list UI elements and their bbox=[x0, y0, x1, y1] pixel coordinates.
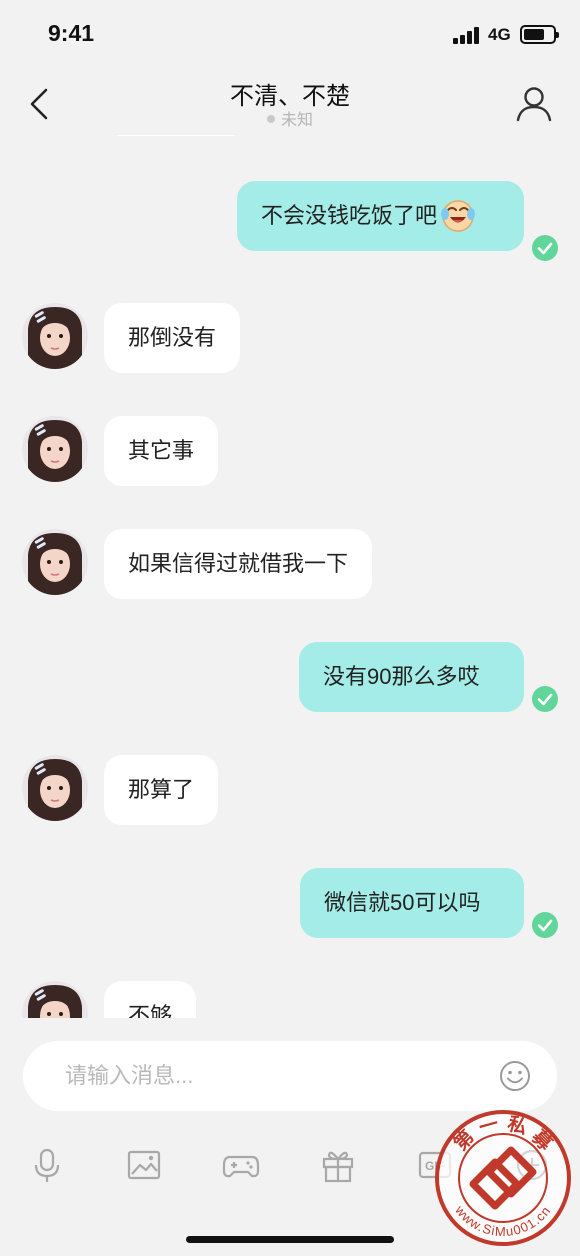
contact-status-label: 未知 bbox=[280, 112, 313, 129]
message-bubble-outgoing[interactable]: 不会没钱吃饭了吧 bbox=[237, 181, 524, 251]
message-text: 不会没钱吃饭了吧 bbox=[261, 203, 438, 228]
contact-status: 未知 bbox=[0, 106, 580, 130]
message-text: 其它事 bbox=[128, 438, 195, 463]
message-bubble-incoming[interactable]: 那倒没有 bbox=[104, 303, 241, 373]
signal-icon bbox=[453, 26, 481, 44]
chat-header: 不清、不楚 未知 bbox=[0, 70, 580, 140]
user-icon bbox=[516, 87, 552, 122]
message-bubble-incoming[interactable]: 不够 bbox=[104, 981, 197, 1018]
game-button[interactable] bbox=[221, 1145, 261, 1185]
contact-avatar[interactable] bbox=[22, 529, 88, 595]
network-type: 4G bbox=[488, 25, 511, 44]
microphone-icon bbox=[34, 1148, 60, 1182]
laughing-crying-face-icon bbox=[441, 200, 476, 232]
message-input-bar bbox=[23, 1041, 557, 1111]
avatar-portrait bbox=[22, 981, 88, 1018]
status-dot bbox=[266, 114, 275, 123]
message-bubble-outgoing[interactable]: 没有90那么多哎 bbox=[299, 642, 524, 712]
image-icon bbox=[127, 1150, 161, 1180]
avatar-portrait bbox=[22, 416, 88, 482]
smiley-icon bbox=[500, 1061, 530, 1091]
status-time: 9:41 bbox=[48, 20, 95, 46]
voice-button[interactable] bbox=[27, 1145, 67, 1185]
read-check-icon bbox=[532, 235, 558, 261]
message-list[interactable]: 不会没钱吃饭了吧 那倒没有 其它事 如果信得过就借我一下 没有90那么多哎 那算… bbox=[0, 140, 580, 1018]
gift-button[interactable] bbox=[318, 1145, 358, 1185]
message-text: 那算了 bbox=[128, 777, 195, 802]
contact-avatar[interactable] bbox=[22, 303, 88, 369]
avatar-portrait bbox=[22, 529, 88, 595]
gamepad-icon bbox=[222, 1155, 260, 1178]
contact-avatar[interactable] bbox=[22, 981, 88, 1018]
message-text: 不够 bbox=[128, 1003, 173, 1018]
contact-avatar[interactable] bbox=[22, 755, 88, 821]
message-text: 那倒没有 bbox=[128, 325, 217, 350]
gift-icon bbox=[322, 1151, 354, 1183]
status-bar: 9:41 4G bbox=[0, 0, 580, 70]
avatar-portrait bbox=[22, 755, 88, 821]
message-bubble-incoming[interactable]: 其它事 bbox=[104, 416, 219, 486]
read-check-icon bbox=[532, 912, 558, 938]
message-bubble-incoming[interactable]: 如果信得过就借我一下 bbox=[104, 529, 373, 599]
message-input[interactable] bbox=[65, 1041, 485, 1111]
home-indicator bbox=[186, 1236, 394, 1243]
watermark-stamp: 第 一 私 募 www.SiMu001.cn bbox=[433, 1108, 573, 1248]
message-bubble-outgoing[interactable]: 微信就50可以吗 bbox=[300, 868, 524, 938]
avatar-portrait bbox=[22, 303, 88, 369]
message-bubble-incoming[interactable]: 那算了 bbox=[104, 755, 219, 825]
emoji-button[interactable] bbox=[499, 1060, 531, 1092]
image-button[interactable] bbox=[124, 1145, 164, 1185]
message-text: 微信就50可以吗 bbox=[324, 890, 481, 915]
battery-icon bbox=[520, 25, 559, 44]
message-text: 没有90那么多哎 bbox=[323, 664, 480, 689]
message-text: 如果信得过就借我一下 bbox=[128, 551, 349, 576]
read-check-icon bbox=[532, 686, 558, 712]
contact-avatar[interactable] bbox=[22, 416, 88, 482]
header-divider bbox=[117, 135, 235, 136]
profile-button[interactable] bbox=[512, 82, 556, 126]
